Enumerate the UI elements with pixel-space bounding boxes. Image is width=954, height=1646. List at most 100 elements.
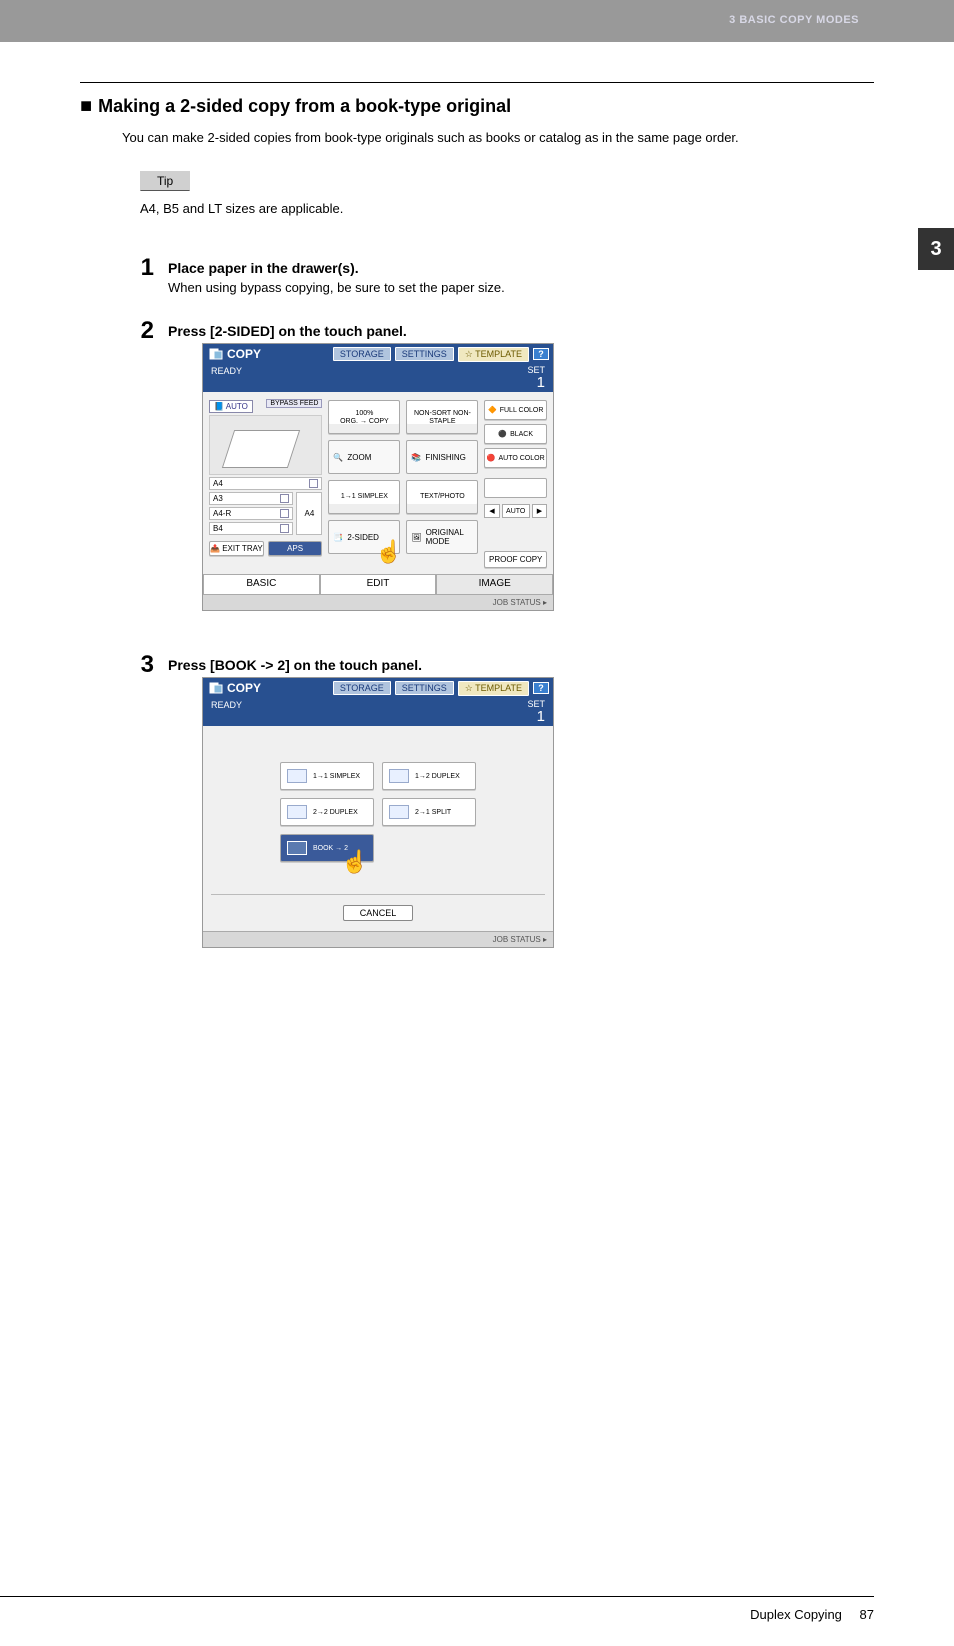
2sided-button[interactable]: 📑2-SIDED☝ bbox=[328, 520, 400, 554]
duplex-1-2-button[interactable]: 1→2 DUPLEX bbox=[382, 762, 476, 790]
density-slider[interactable]: ◀ AUTO ▶ bbox=[484, 504, 547, 518]
panel-title: COPY bbox=[209, 347, 261, 361]
step-number: 1 bbox=[132, 256, 154, 305]
page-number: 87 bbox=[860, 1607, 874, 1622]
help-button[interactable]: ? bbox=[533, 348, 549, 360]
panel-footer: JOB STATUS ▸ bbox=[203, 594, 553, 610]
status-text: READY bbox=[211, 366, 242, 376]
original-mode-icon: 🖼 bbox=[411, 533, 421, 542]
panel-body: 1→1 SIMPLEX 1→2 DUPLEX 2→2 DUPLEX 2→1 SP… bbox=[203, 726, 553, 931]
zoom-button[interactable]: 🔍ZOOM bbox=[328, 440, 400, 474]
auto-color-icon: 🔴 bbox=[487, 455, 496, 462]
aps-button[interactable]: APS bbox=[268, 541, 323, 556]
density-gauge bbox=[484, 478, 547, 498]
section-title-text: Making a 2-sided copy from a book-type o… bbox=[98, 96, 511, 116]
step-number: 2 bbox=[132, 319, 154, 639]
ratio-button[interactable]: 100%ORG. → COPY bbox=[328, 400, 400, 434]
settings-button[interactable]: SETTINGS bbox=[395, 347, 454, 361]
page-header-bar: 3 BASIC COPY MODES bbox=[0, 0, 954, 42]
black-button[interactable]: ⚫BLACK bbox=[484, 424, 547, 444]
tip-text: A4, B5 and LT sizes are applicable. bbox=[140, 201, 874, 216]
panel-header: COPY STORAGE SETTINGS ☆ TEMPLATE ? bbox=[203, 344, 553, 364]
tray-side-a4[interactable]: A4 bbox=[296, 492, 322, 535]
panel-tabs: BASIC EDIT IMAGE bbox=[203, 574, 553, 594]
side-chapter-tab: 3 bbox=[918, 228, 954, 270]
chapter-label: 3 BASIC COPY MODES bbox=[729, 14, 859, 26]
slider-right-icon[interactable]: ▶ bbox=[532, 504, 547, 518]
proof-copy-button[interactable]: PROOF COPY bbox=[484, 551, 547, 568]
step-detail: When using bypass copying, be sure to se… bbox=[168, 280, 505, 295]
tray-a3[interactable]: A3 bbox=[209, 492, 293, 505]
help-button[interactable]: ? bbox=[533, 682, 549, 694]
panel-title: COPY bbox=[209, 681, 261, 695]
tray-icon bbox=[280, 494, 289, 503]
set-counter: SET1 bbox=[527, 366, 545, 390]
tray-a4[interactable]: A4 bbox=[209, 477, 322, 490]
duplex-icon: 📑 bbox=[333, 533, 343, 542]
simplex-button[interactable]: 1→1 SIMPLEX bbox=[328, 480, 400, 514]
storage-button[interactable]: STORAGE bbox=[333, 681, 391, 695]
step-3: 3 Press [BOOK -> 2] on the touch panel. … bbox=[132, 653, 874, 976]
split-2-1-button[interactable]: 2→1 SPLIT bbox=[382, 798, 476, 826]
zoom-icon: 🔍 bbox=[333, 453, 343, 462]
panel-status-bar: READY SET1 bbox=[203, 364, 553, 392]
finishing-icon: 📚 bbox=[411, 453, 421, 462]
tip-label: Tip bbox=[140, 171, 190, 191]
touch-panel-duplex: COPY STORAGE SETTINGS ☆ TEMPLATE ? READY… bbox=[202, 677, 554, 948]
set-counter: SET1 bbox=[527, 700, 545, 724]
tray-icon bbox=[280, 509, 289, 518]
step-number: 3 bbox=[132, 653, 154, 976]
bypass-feed-button[interactable]: BYPASS FEED bbox=[266, 399, 322, 408]
step-title: Press [BOOK -> 2] on the touch panel. bbox=[168, 657, 554, 673]
paper-preview bbox=[209, 415, 322, 475]
original-mode-button[interactable]: 🖼ORIGINAL MODE bbox=[406, 520, 478, 554]
footer-rule bbox=[0, 1596, 874, 1597]
storage-button[interactable]: STORAGE bbox=[333, 347, 391, 361]
auto-density-button[interactable]: AUTO bbox=[502, 504, 530, 518]
duplex-icon bbox=[389, 769, 409, 783]
tab-edit[interactable]: EDIT bbox=[320, 574, 437, 594]
tip-bar: Tip bbox=[140, 171, 874, 191]
step-title: Press [2-SIDED] on the touch panel. bbox=[168, 323, 554, 339]
panel-header: COPY STORAGE SETTINGS ☆ TEMPLATE ? bbox=[203, 678, 553, 698]
step-2: 2 Press [2-SIDED] on the touch panel. CO… bbox=[132, 319, 874, 639]
copy-icon bbox=[209, 348, 223, 360]
section-heading: ■ Making a 2-sided copy from a book-type … bbox=[80, 95, 874, 118]
pointer-icon: ☝ bbox=[341, 849, 368, 875]
finishing-button[interactable]: 📚FINISHING bbox=[406, 440, 478, 474]
tray-b4[interactable]: B4 bbox=[209, 522, 293, 535]
duplex-icon bbox=[287, 805, 307, 819]
simplex-1-1-button[interactable]: 1→1 SIMPLEX bbox=[280, 762, 374, 790]
settings-button[interactable]: SETTINGS bbox=[395, 681, 454, 695]
template-button[interactable]: ☆ TEMPLATE bbox=[458, 347, 529, 362]
text-photo-button[interactable]: TEXT/PHOTO bbox=[406, 480, 478, 514]
exit-tray-button[interactable]: 📤 EXIT TRAY bbox=[209, 541, 264, 556]
job-status-button[interactable]: JOB STATUS bbox=[493, 935, 541, 944]
sort-staple-button[interactable]: NON-SORT NON-STAPLE bbox=[406, 400, 478, 434]
color-icon: 🔶 bbox=[488, 407, 497, 414]
template-button[interactable]: ☆ TEMPLATE bbox=[458, 681, 529, 696]
top-rule bbox=[80, 82, 874, 83]
tray-icon bbox=[280, 524, 289, 533]
job-status-button[interactable]: JOB STATUS bbox=[493, 598, 541, 607]
tab-image[interactable]: IMAGE bbox=[436, 574, 553, 594]
full-color-button[interactable]: 🔶FULL COLOR bbox=[484, 400, 547, 420]
footer-section: Duplex Copying bbox=[750, 1607, 842, 1622]
section-marker: ■ bbox=[80, 95, 92, 117]
step-title: Place paper in the drawer(s). bbox=[168, 260, 505, 276]
section-intro: You can make 2-sided copies from book-ty… bbox=[122, 130, 874, 145]
slider-left-icon[interactable]: ◀ bbox=[484, 504, 499, 518]
status-text: READY bbox=[211, 700, 242, 710]
step-1: 1 Place paper in the drawer(s). When usi… bbox=[132, 256, 874, 305]
tray-a4r[interactable]: A4-R bbox=[209, 507, 293, 520]
auto-badge[interactable]: 📘 AUTO bbox=[209, 400, 253, 413]
cancel-button[interactable]: CANCEL bbox=[343, 905, 414, 921]
book-2-button[interactable]: BOOK → 2☝ bbox=[280, 834, 374, 862]
panel-footer: JOB STATUS ▸ bbox=[203, 931, 553, 947]
panel-body: 📘 AUTO BYPASS FEED A4 A3 A4-R B4 A4 bbox=[203, 392, 553, 574]
duplex-2-2-button[interactable]: 2→2 DUPLEX bbox=[280, 798, 374, 826]
footer-text: Duplex Copying 87 bbox=[0, 1607, 874, 1622]
tab-basic[interactable]: BASIC bbox=[203, 574, 320, 594]
simplex-icon bbox=[287, 769, 307, 783]
auto-color-button[interactable]: 🔴AUTO COLOR bbox=[484, 448, 547, 468]
